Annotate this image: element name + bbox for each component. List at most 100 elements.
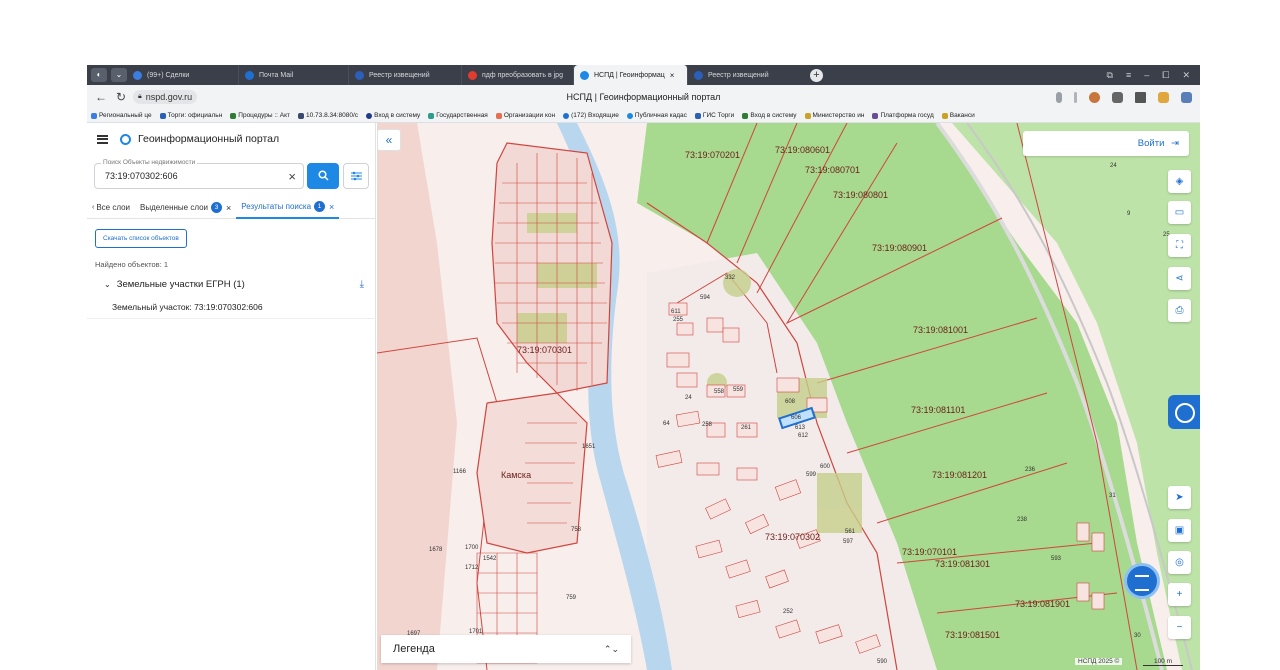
more-icon[interactable] <box>1074 91 1077 103</box>
bookmark-item[interactable]: Торги: официальн <box>159 112 222 119</box>
search-label: Поиск Объекты недвижимости <box>101 159 198 166</box>
filter-icon <box>350 171 362 181</box>
parcel-number: 1542 <box>483 556 497 562</box>
bookmark-item[interactable]: Публичная кадас <box>626 112 687 119</box>
zoom-out-button[interactable]: − <box>1168 616 1191 639</box>
bookmark-item[interactable]: 10.73.8.34:8080/c <box>298 112 358 119</box>
portal-title: Геоинформационный портал <box>138 133 280 145</box>
bookmark-item[interactable]: Платформа госуд <box>872 112 934 119</box>
browser-tab[interactable]: Почта Mail <box>239 65 349 85</box>
parcel-number: 611 <box>671 309 681 315</box>
legend-selector[interactable]: Легенда ⌃⌄ <box>381 635 631 663</box>
chat-assistant-button[interactable] <box>1124 563 1160 599</box>
bookmark-item[interactable]: Министерство ин <box>804 112 864 119</box>
browser-tab[interactable]: Реестр извещений <box>349 65 462 85</box>
bookmark-favicon-icon <box>366 112 373 119</box>
tab-selected-layers[interactable]: Выделенные слои 3 × <box>135 197 236 219</box>
search-results-badge: 1 <box>314 201 326 212</box>
menu-icon[interactable]: ≡ <box>1126 70 1131 81</box>
bookmark-item[interactable]: Вход в систему <box>742 112 797 119</box>
bookmark-favicon-icon <box>872 112 879 119</box>
parcel-number: 759 <box>566 595 577 601</box>
bookmark-item[interactable]: Организации кон <box>495 112 555 119</box>
minimize-icon[interactable]: – <box>1144 70 1149 81</box>
block-label: 73:19:080801 <box>833 190 888 200</box>
search-button[interactable] <box>307 163 339 189</box>
bookmarks-bar: Региональный це Торги: официальн Процеду… <box>87 109 1200 123</box>
portal-logo-icon <box>120 133 131 145</box>
bookmark-item[interactable]: Ваканси <box>941 112 975 119</box>
filter-button[interactable] <box>343 163 369 189</box>
share-icon: ⋖ <box>1175 273 1184 284</box>
plus-icon: + <box>1176 589 1183 600</box>
download-icon[interactable] <box>1181 91 1192 103</box>
bookmark-item[interactable]: Региональный це <box>91 112 152 119</box>
bookmark-item[interactable]: Вход в систему <box>366 112 420 119</box>
close-tab-icon[interactable]: × <box>226 203 231 213</box>
parcel-number: 238 <box>1017 517 1028 523</box>
select-area-button[interactable]: ⛶ <box>1168 234 1191 257</box>
block-label: 73:19:070301 <box>517 345 572 355</box>
bookmark-item[interactable]: (172) Входящие <box>563 112 619 119</box>
parcel-number: 30 <box>1134 633 1141 639</box>
ruler-button[interactable]: ▭ <box>1168 201 1191 224</box>
bookmark-item[interactable]: Государственная <box>428 112 488 119</box>
extension-icon[interactable] <box>1158 91 1169 103</box>
browser-tab[interactable]: (99+) Сделки <box>127 65 239 85</box>
found-count: Найдено объектов: 1 <box>95 260 169 269</box>
browser-tab[interactable]: Реестр извещений <box>688 65 798 85</box>
parcel-number: 594 <box>700 295 711 301</box>
extension-icon[interactable] <box>1089 91 1100 103</box>
extension-icon[interactable] <box>1135 91 1146 103</box>
bookmark-icon[interactable]: ⧉ <box>1107 70 1113 81</box>
parcel-number: 606 <box>791 415 802 421</box>
collapse-sidebar-button[interactable]: « <box>377 129 401 151</box>
maximize-icon[interactable]: ⧠ <box>1162 70 1169 81</box>
zoom-in-button[interactable]: + <box>1168 583 1191 606</box>
browser-menu-button[interactable]: ◐ <box>91 68 107 82</box>
extension-icon[interactable] <box>1112 91 1123 103</box>
tab-close-icon[interactable]: × <box>670 71 675 80</box>
hamburger-menu-icon[interactable] <box>97 134 108 144</box>
tab-list-chevron-icon[interactable]: ⌄ <box>111 68 127 82</box>
login-button[interactable]: Войти ⇥ <box>1023 131 1189 156</box>
bookmark-favicon-icon <box>91 112 97 119</box>
tab-label: (99+) Сделки <box>147 71 190 79</box>
layers-button[interactable]: ◈ <box>1168 170 1191 193</box>
result-group[interactable]: ⌄ Земельные участки ЕГРН (1) ⤓ <box>104 279 364 290</box>
result-item[interactable]: Земельный участок: 73:19:070302:606 <box>87 295 376 319</box>
bookmark-item[interactable]: Процедуры :: Акт <box>230 112 290 119</box>
bookmark-item[interactable]: ГИС Торги <box>694 112 734 119</box>
share-button[interactable]: ⋖ <box>1168 267 1191 290</box>
minimap-button[interactable]: ▣ <box>1168 519 1191 542</box>
locate-button[interactable]: ➤ <box>1168 486 1191 509</box>
tab-search-results[interactable]: Результаты поиска 1 × <box>236 197 340 219</box>
bookmark-page-icon[interactable] <box>1056 91 1062 103</box>
new-tab-button[interactable]: + <box>810 68 823 82</box>
bookmark-favicon-icon <box>563 112 570 119</box>
cadastral-map[interactable]: 73:19:070201 73:19:080601 73:19:080701 7… <box>377 123 1200 670</box>
parcel-number: 612 <box>798 433 809 439</box>
browser-tab[interactable]: пдф преобразовать в jpg <box>462 65 574 85</box>
tab-label: пдф преобразовать в jpg <box>482 71 563 79</box>
search-map-button[interactable]: ◎ <box>1168 551 1191 574</box>
map-view[interactable]: 73:19:070201 73:19:080601 73:19:080701 7… <box>377 123 1200 670</box>
close-tab-icon[interactable]: × <box>329 202 334 212</box>
back-arrow-icon[interactable]: ← <box>93 90 109 104</box>
login-arrow-icon: ⇥ <box>1171 138 1179 149</box>
parcel-number: 332 <box>725 275 736 281</box>
download-list-button[interactable]: Скачать список объектов <box>95 229 187 248</box>
tab-label: Реестр извещений <box>369 71 430 79</box>
download-icon[interactable]: ⤓ <box>360 279 364 290</box>
side-panel-tab[interactable] <box>1168 395 1200 429</box>
tab-all-layers[interactable]: ‹ Все слои <box>87 197 135 219</box>
block-label: 73:19:081301 <box>935 559 990 569</box>
url-field[interactable]: 🔒︎ nspd.gov.ru <box>133 90 198 104</box>
search-location-icon: ◎ <box>1175 557 1184 568</box>
reload-icon[interactable]: ↻ <box>113 90 129 104</box>
search-input[interactable] <box>105 171 275 181</box>
clear-search-icon[interactable]: × <box>288 169 296 184</box>
print-button[interactable]: ⎙ <box>1168 299 1191 322</box>
close-window-icon[interactable]: ✕ <box>1182 70 1190 81</box>
browser-tab-active[interactable]: НСПД | Геоинформац × <box>574 65 688 85</box>
